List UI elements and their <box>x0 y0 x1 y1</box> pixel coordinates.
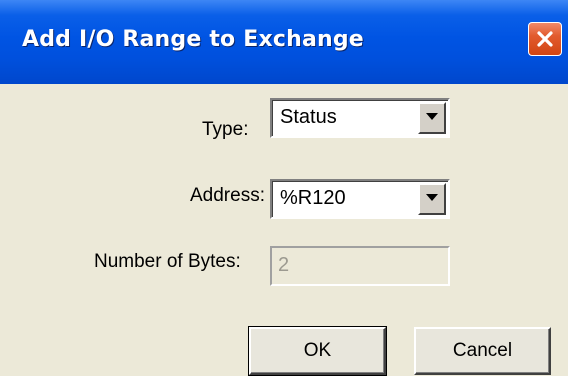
cancel-button[interactable]: Cancel <box>414 327 551 375</box>
type-select-value: Status <box>280 106 337 128</box>
dialog-title: Add I/O Range to Exchange <box>22 27 364 52</box>
address-label: Address: <box>190 185 265 206</box>
add-io-range-dialog: Add I/O Range to Exchange Type: Status A… <box>0 0 568 376</box>
title-bar[interactable]: Add I/O Range to Exchange <box>0 0 568 84</box>
chevron-down-icon <box>426 113 438 120</box>
type-label: Type: <box>202 119 249 140</box>
number-of-bytes-label: Number of Bytes: <box>94 251 241 272</box>
number-of-bytes-field: 2 <box>270 246 450 286</box>
close-icon <box>537 31 553 47</box>
ok-button[interactable]: OK <box>248 326 387 376</box>
type-select[interactable]: Status <box>270 98 450 138</box>
address-dropdown-button[interactable] <box>418 183 446 215</box>
type-dropdown-button[interactable] <box>418 102 446 134</box>
close-button[interactable] <box>528 22 562 56</box>
chevron-down-icon <box>426 194 438 201</box>
number-of-bytes-value: 2 <box>278 254 290 276</box>
address-select-value: %R120 <box>280 187 346 209</box>
address-select[interactable]: %R120 <box>270 179 450 219</box>
